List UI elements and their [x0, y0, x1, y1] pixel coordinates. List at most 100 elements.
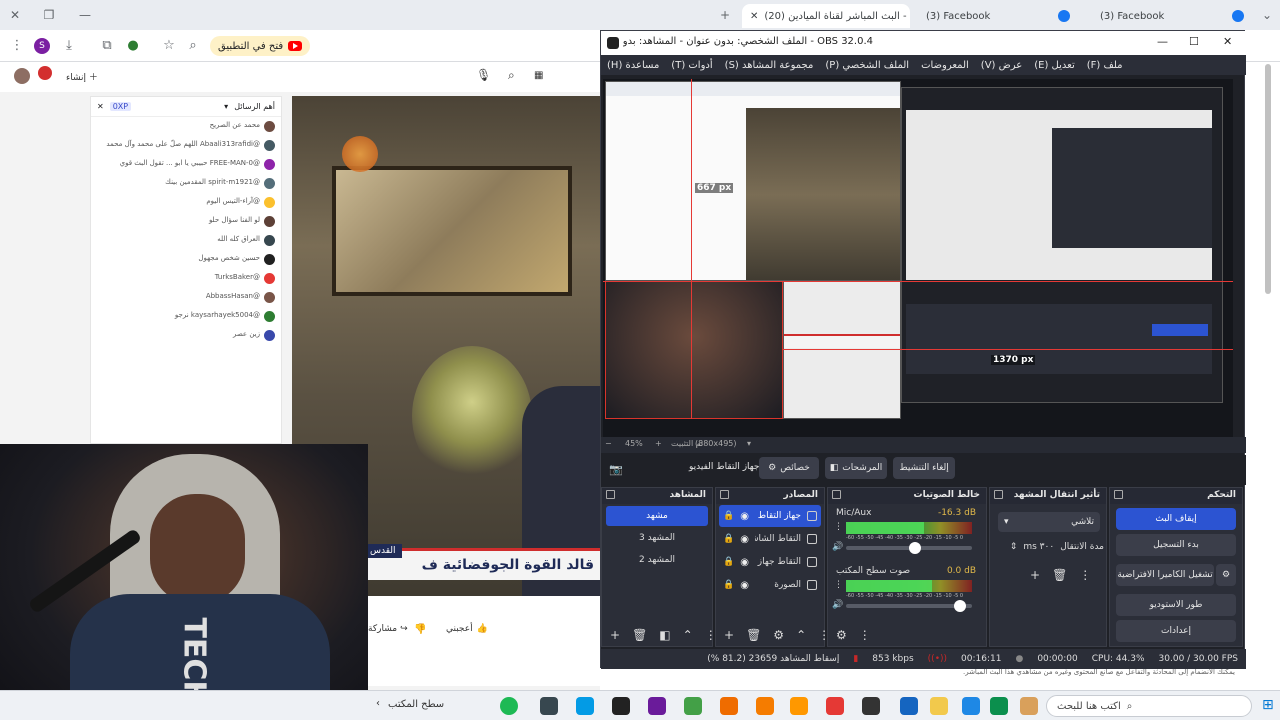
- chat-message[interactable]: العراق كله الله: [91, 231, 281, 250]
- menu-item[interactable]: الملف الشخصي (P): [825, 60, 909, 71]
- menu-item[interactable]: مساعدة (H): [607, 60, 659, 71]
- chevron-down-icon[interactable]: ▾: [224, 102, 228, 111]
- share-button[interactable]: ↪ مشاركة: [368, 624, 408, 634]
- page-scrollbar[interactable]: [1265, 64, 1271, 294]
- speaker-icon[interactable]: 🔊: [832, 600, 843, 610]
- gear-icon[interactable]: ⚙: [1216, 564, 1236, 586]
- transition-select[interactable]: تلاشي ▾: [998, 512, 1100, 532]
- chat-message[interactable]: لو الفنا سؤال حلو: [91, 212, 281, 231]
- trash-icon[interactable]: 🗑: [1052, 568, 1067, 582]
- gear-icon[interactable]: ⚙: [773, 628, 784, 642]
- undock-icon[interactable]: [720, 490, 729, 499]
- obs-preview[interactable]: 667 px 1370 px: [603, 79, 1233, 437]
- zoom-in-icon[interactable]: +: [655, 439, 662, 448]
- volume-slider-knob[interactable]: [909, 542, 921, 554]
- eye-icon[interactable]: ◉: [740, 580, 749, 591]
- app-icon[interactable]: [648, 697, 666, 715]
- more-icon[interactable]: ⋮: [834, 522, 843, 532]
- source-item[interactable]: جهاز التقاط الفيديو ◉ 🔒: [719, 505, 821, 527]
- volume-slider-knob[interactable]: [954, 600, 966, 612]
- menu-dots-icon[interactable]: ⋮: [8, 37, 26, 55]
- windows-start-icon[interactable]: ⊞: [1262, 697, 1274, 713]
- add-icon[interactable]: +: [724, 628, 734, 642]
- menu-item[interactable]: مجموعة المشاهد (S): [725, 60, 814, 71]
- chat-message[interactable]: @آراء-التيس اليوم: [91, 193, 281, 212]
- start-recording-button[interactable]: بدء التسجيل: [1116, 534, 1236, 556]
- extension-icon[interactable]: ●: [124, 37, 142, 55]
- tab-facebook-2[interactable]: (3) Facebook: [1092, 4, 1252, 28]
- spotify-icon[interactable]: [500, 697, 518, 715]
- chat-message[interactable]: حسين شخص مجهول: [91, 250, 281, 269]
- youtube-icon[interactable]: [826, 697, 844, 715]
- menu-item[interactable]: تعديل (E): [1034, 60, 1075, 71]
- taskbar-search[interactable]: ⌕ اكتب هنا للبحث: [1046, 695, 1252, 717]
- like-button[interactable]: 👍 أعجبني: [446, 624, 488, 634]
- lock-icon[interactable]: 🔒: [723, 511, 734, 521]
- profile-avatar[interactable]: S: [34, 38, 50, 54]
- voice-search-icon[interactable]: 🎙: [476, 68, 491, 82]
- desktop-toolbar-label[interactable]: سطح المكتب: [388, 699, 444, 710]
- maximize-icon[interactable]: ☐: [1189, 35, 1199, 48]
- chat-message[interactable]: @TurksBaker: [91, 269, 281, 288]
- eye-icon[interactable]: ◉: [740, 557, 749, 568]
- file-explorer-icon[interactable]: [930, 697, 948, 715]
- add-icon[interactable]: +: [1030, 568, 1040, 582]
- tab-youtube-live[interactable]: ✕ (20) البث المباشر لقناة الميادين -: [742, 4, 910, 28]
- deactivate-button[interactable]: إلغاء التنشيط: [893, 457, 955, 479]
- undock-icon[interactable]: [832, 490, 841, 499]
- settings-button[interactable]: إعدادات: [1116, 620, 1236, 642]
- dislike-icon[interactable]: 👎: [414, 624, 426, 635]
- bookmark-star-icon[interactable]: ☆: [160, 37, 178, 55]
- close-tab-icon[interactable]: ✕: [750, 11, 758, 22]
- app-icon[interactable]: [720, 697, 738, 715]
- close-window-icon[interactable]: ✕: [6, 6, 24, 24]
- downloads-icon[interactable]: ⤓: [60, 37, 78, 55]
- chat-message[interactable]: @FREE-MAN-0 حبيبي يا ابو ... تقول البث ق…: [91, 155, 281, 174]
- add-icon[interactable]: +: [610, 628, 620, 642]
- start-virtual-camera-button[interactable]: تشغيل الكاميرا الافتراضية: [1116, 564, 1214, 586]
- source-item[interactable]: التقاط الشاشة 3 ◉ 🔒: [719, 528, 821, 550]
- edge-icon[interactable]: [962, 697, 980, 715]
- volume-slider[interactable]: [846, 542, 972, 554]
- studio-mode-button[interactable]: طور الاستوديو: [1116, 594, 1236, 616]
- filters-button[interactable]: المرشحات ◧: [825, 457, 887, 479]
- menu-item[interactable]: عرض (V): [981, 60, 1022, 71]
- chevron-down-icon[interactable]: ▾: [747, 439, 751, 448]
- telegram-icon[interactable]: [576, 697, 594, 715]
- lock-icon[interactable]: 🔒: [723, 580, 734, 590]
- tab-facebook-1[interactable]: (3) Facebook: [918, 4, 1078, 28]
- chat-message[interactable]: محمد عن الصريح: [91, 117, 281, 136]
- scene-item[interactable]: المشهد 3: [606, 528, 708, 548]
- widgets-icon[interactable]: [1020, 697, 1038, 715]
- obs-icon[interactable]: [540, 697, 558, 715]
- chat-message[interactable]: @AbbassHasan: [91, 288, 281, 307]
- menu-item[interactable]: المعروضات: [921, 60, 969, 71]
- chevron-icon[interactable]: ‹: [376, 698, 380, 709]
- properties-button[interactable]: خصائص ⚙: [759, 457, 819, 479]
- undock-icon[interactable]: [994, 490, 1003, 499]
- user-avatar[interactable]: [14, 68, 30, 84]
- lock-icon[interactable]: 🔒: [723, 557, 734, 567]
- scene-item[interactable]: مشهد: [606, 506, 708, 526]
- more-icon[interactable]: ⋮: [1079, 568, 1091, 582]
- create-button[interactable]: إنشاء ＋: [66, 70, 98, 83]
- outlook-icon[interactable]: [900, 697, 918, 715]
- speaker-icon[interactable]: 🔊: [832, 542, 843, 552]
- stop-streaming-button[interactable]: إيقاف البث: [1116, 508, 1236, 530]
- app-icon[interactable]: [684, 697, 702, 715]
- minimize-icon[interactable]: —: [1157, 35, 1168, 48]
- open-in-app-button[interactable]: فتح في التطبيق: [210, 36, 311, 56]
- search-icon[interactable]: ⌕: [508, 68, 515, 83]
- more-icon[interactable]: ⋮: [834, 580, 843, 590]
- minimize-window-icon[interactable]: —: [76, 6, 94, 24]
- app-icon[interactable]: [790, 697, 808, 715]
- trash-icon[interactable]: 🗑: [632, 628, 647, 642]
- chat-message[interactable]: @Abaali313rafidi اللهم صلّ على محمد وآل …: [91, 136, 281, 155]
- filter-icon[interactable]: ◧: [659, 628, 670, 642]
- source-item[interactable]: الصورة ◉ 🔒: [719, 574, 821, 596]
- eye-icon[interactable]: ◉: [740, 534, 749, 545]
- keyboard-icon[interactable]: ▦: [534, 70, 543, 81]
- chevron-up-icon[interactable]: ⌃: [683, 628, 693, 642]
- duration-value[interactable]: ٣٠٠ ms: [1023, 542, 1054, 552]
- notifications-icon[interactable]: [38, 66, 52, 80]
